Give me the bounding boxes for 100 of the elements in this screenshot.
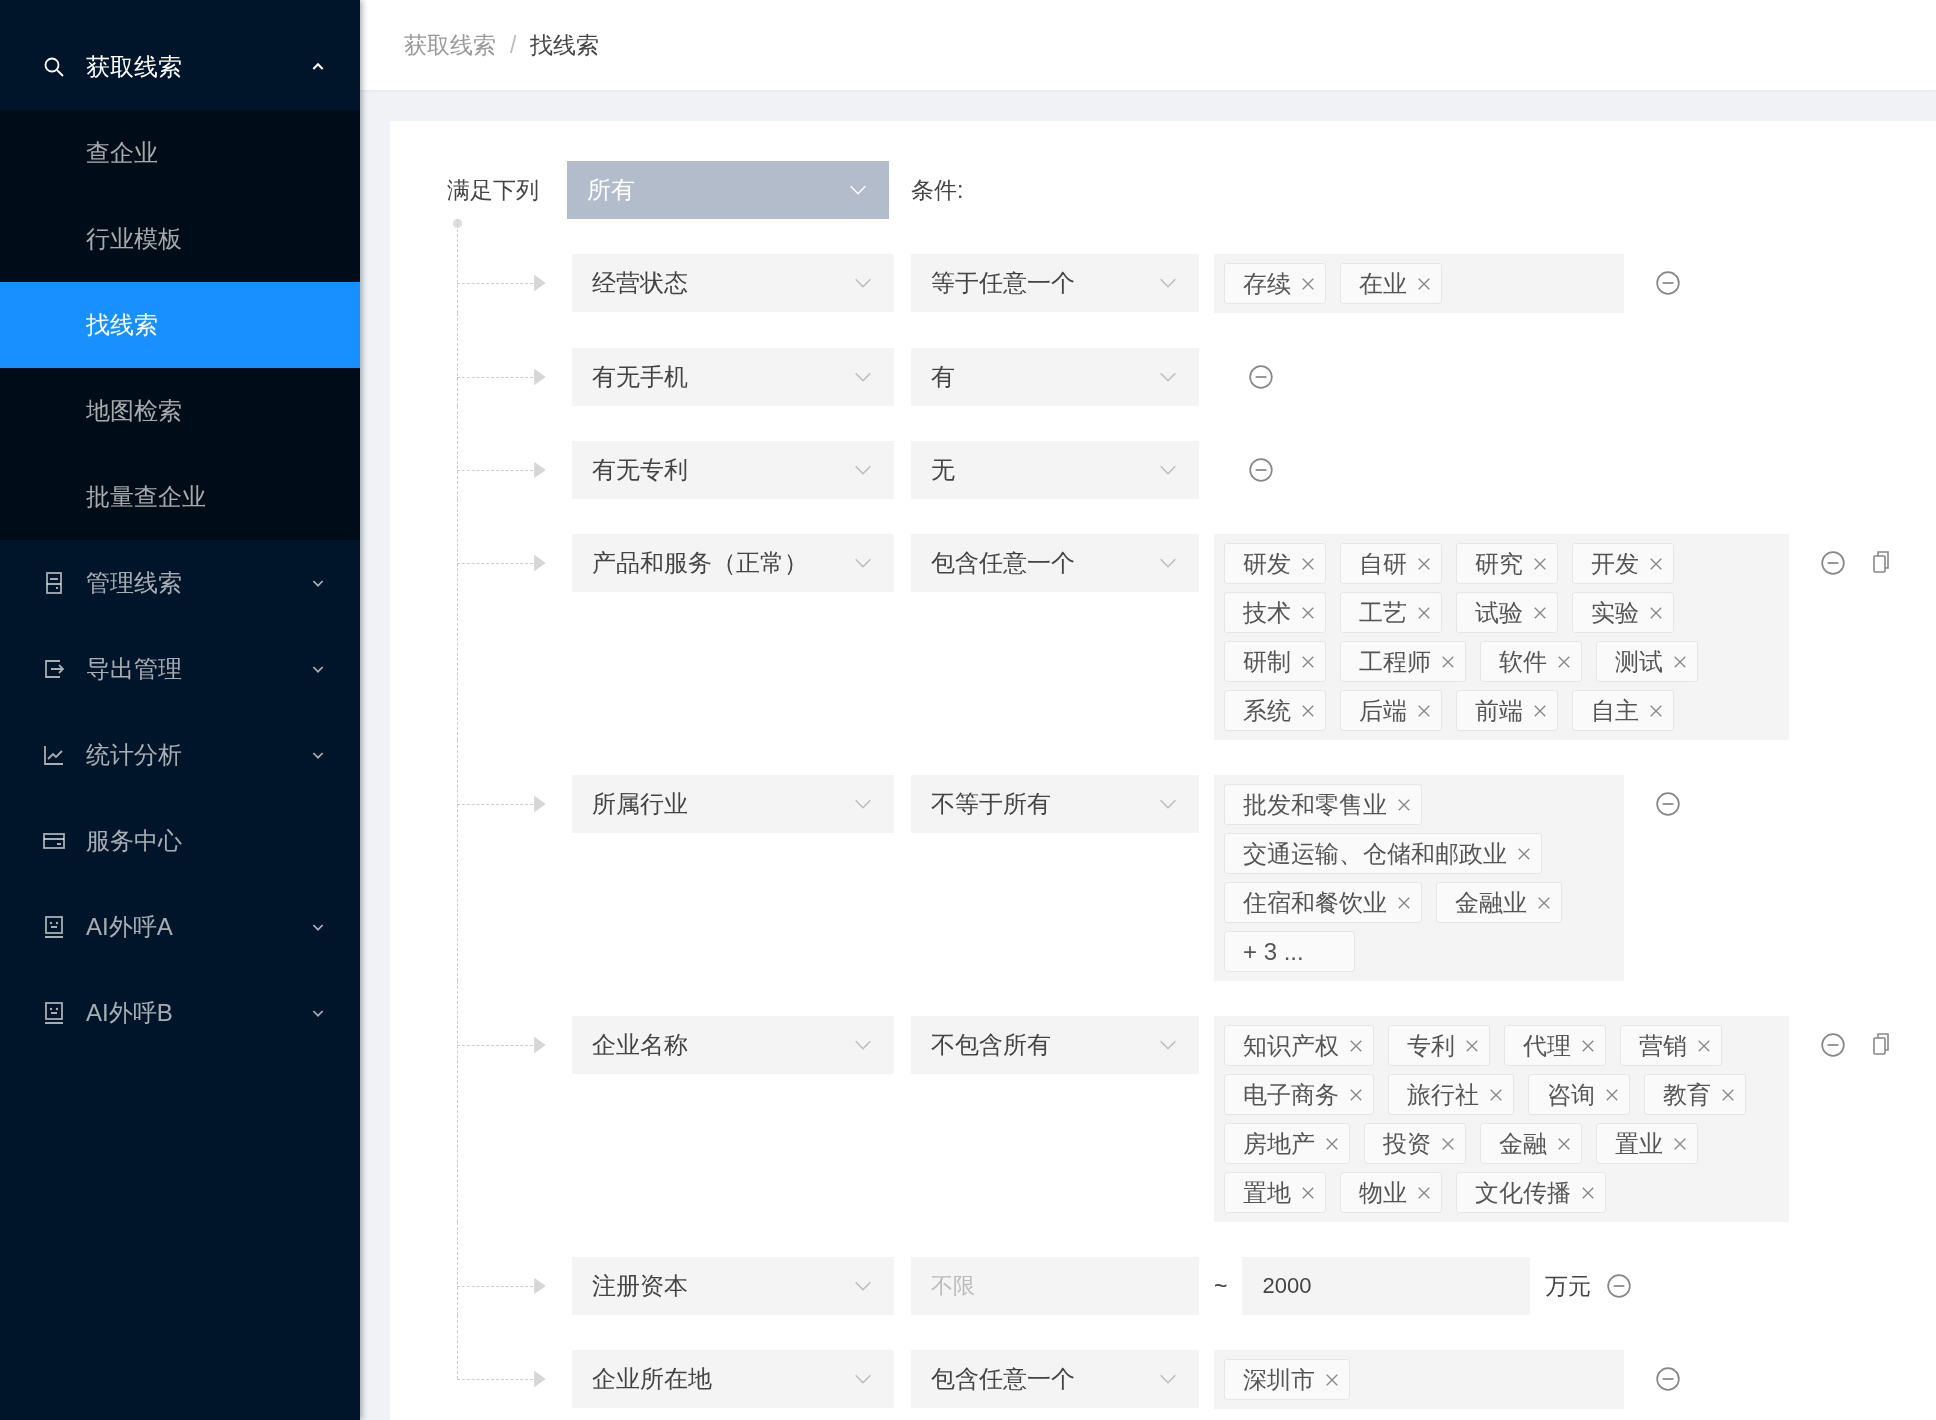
close-icon[interactable] <box>1537 895 1551 910</box>
tag[interactable]: 前端 <box>1456 690 1558 731</box>
field-select[interactable]: 所属行业 <box>572 775 894 833</box>
remove-icon[interactable] <box>1655 270 1681 296</box>
close-icon[interactable] <box>1417 556 1431 571</box>
tag[interactable]: 研制 <box>1224 641 1326 682</box>
operator-select[interactable]: 不等于所有 <box>911 775 1199 833</box>
breadcrumb-link[interactable]: 找线索 <box>530 29 600 61</box>
close-icon[interactable] <box>1557 654 1571 669</box>
close-icon[interactable] <box>1649 605 1663 620</box>
tag[interactable]: 工程师 <box>1340 641 1466 682</box>
close-icon[interactable] <box>1441 654 1455 669</box>
menu-item[interactable]: 统计分析 <box>86 739 310 771</box>
tag[interactable]: 试验 <box>1456 592 1558 633</box>
close-icon[interactable] <box>1533 605 1547 620</box>
close-icon[interactable] <box>1673 654 1687 669</box>
tag[interactable]: 自主 <box>1572 690 1674 731</box>
remove-icon[interactable] <box>1820 550 1846 576</box>
menu-item[interactable]: 管理线索 <box>86 567 310 599</box>
close-icon[interactable] <box>1349 1087 1363 1102</box>
submenu-item[interactable]: 批量查企业 <box>0 454 360 540</box>
operator-select[interactable]: 无 <box>911 441 1199 499</box>
tag[interactable]: 软件 <box>1480 641 1582 682</box>
close-icon[interactable] <box>1649 556 1663 571</box>
close-icon[interactable] <box>1465 1038 1479 1053</box>
tag[interactable]: 实验 <box>1572 592 1674 633</box>
close-icon[interactable] <box>1325 1372 1339 1387</box>
tag[interactable]: 营销 <box>1620 1025 1722 1066</box>
tag[interactable]: 咨询 <box>1528 1074 1630 1115</box>
remove-icon[interactable] <box>1248 364 1274 390</box>
operator-select[interactable]: 有 <box>911 348 1199 406</box>
close-icon[interactable] <box>1721 1087 1735 1102</box>
tag[interactable]: 研究 <box>1456 543 1558 584</box>
close-icon[interactable] <box>1301 654 1315 669</box>
close-icon[interactable] <box>1517 846 1531 861</box>
tag[interactable]: 开发 <box>1572 543 1674 584</box>
menu-item[interactable]: AI外呼B <box>86 997 310 1029</box>
close-icon[interactable] <box>1301 605 1315 620</box>
tag[interactable]: 工艺 <box>1340 592 1442 633</box>
tag[interactable]: 在业 <box>1340 263 1442 304</box>
close-icon[interactable] <box>1581 1185 1595 1200</box>
tag[interactable]: 教育 <box>1644 1074 1746 1115</box>
min-input[interactable]: 不限 <box>911 1257 1199 1315</box>
tag[interactable]: 专利 <box>1388 1025 1490 1066</box>
tag[interactable]: 研发 <box>1224 543 1326 584</box>
tag[interactable]: 自研 <box>1340 543 1442 584</box>
remove-icon[interactable] <box>1655 791 1681 817</box>
tag[interactable]: 批发和零售业 <box>1224 784 1422 825</box>
menu-item[interactable]: 服务中心 <box>86 825 360 857</box>
close-icon[interactable] <box>1489 1087 1503 1102</box>
close-icon[interactable] <box>1397 797 1411 812</box>
operator-select[interactable]: 包含任意一个 <box>911 1350 1199 1408</box>
tag[interactable]: 住宿和餐饮业 <box>1224 882 1422 923</box>
tag[interactable]: 投资 <box>1364 1123 1466 1164</box>
tag[interactable]: 深圳市 <box>1224 1359 1350 1400</box>
remove-icon[interactable] <box>1248 457 1274 483</box>
menu-item[interactable]: AI外呼A <box>86 911 310 943</box>
field-select[interactable]: 有无专利 <box>572 441 894 499</box>
tag-input[interactable]: 存续 在业 <box>1214 254 1624 313</box>
operator-select[interactable]: 包含任意一个 <box>911 534 1199 592</box>
tag-input[interactable]: 批发和零售业 交通运输、仓储和邮政业 住宿和餐饮业 金融业 + 3 ... <box>1214 775 1624 981</box>
tag[interactable]: 物业 <box>1340 1172 1442 1213</box>
tag[interactable]: 房地产 <box>1224 1123 1350 1164</box>
close-icon[interactable] <box>1349 1038 1363 1053</box>
close-icon[interactable] <box>1417 703 1431 718</box>
close-icon[interactable] <box>1605 1087 1619 1102</box>
close-icon[interactable] <box>1649 703 1663 718</box>
field-select[interactable]: 经营状态 <box>572 254 894 312</box>
close-icon[interactable] <box>1417 605 1431 620</box>
tag[interactable]: 旅行社 <box>1388 1074 1514 1115</box>
close-icon[interactable] <box>1697 1038 1711 1053</box>
tag[interactable]: 金融 <box>1480 1123 1582 1164</box>
field-select[interactable]: 产品和服务（正常） <box>572 534 894 592</box>
tag[interactable]: 文化传播 <box>1456 1172 1606 1213</box>
close-icon[interactable] <box>1301 703 1315 718</box>
submenu-item[interactable]: 行业模板 <box>0 196 360 282</box>
tag[interactable]: 金融业 <box>1436 882 1562 923</box>
tag[interactable]: 置地 <box>1224 1172 1326 1213</box>
close-icon[interactable] <box>1441 1136 1455 1151</box>
field-select[interactable]: 注册资本 <box>572 1257 894 1315</box>
tag[interactable]: 交通运输、仓储和邮政业 <box>1224 833 1542 874</box>
close-icon[interactable] <box>1397 895 1411 910</box>
close-icon[interactable] <box>1417 276 1431 291</box>
more-tag[interactable]: + 3 ... <box>1224 931 1355 972</box>
close-icon[interactable] <box>1557 1136 1571 1151</box>
tag-input[interactable]: 知识产权 专利 代理 营销 电子商务 旅行社 咨询 教育 房地产 投资 金融 置业 置地 物业 文化传播 <box>1214 1016 1789 1222</box>
tag[interactable]: 知识产权 <box>1224 1025 1374 1066</box>
field-select[interactable]: 有无手机 <box>572 348 894 406</box>
remove-icon[interactable] <box>1820 1032 1846 1058</box>
tag[interactable]: 置业 <box>1596 1123 1698 1164</box>
close-icon[interactable] <box>1301 1185 1315 1200</box>
close-icon[interactable] <box>1533 556 1547 571</box>
operator-select[interactable]: 不包含所有 <box>911 1016 1199 1074</box>
tag[interactable]: 测试 <box>1596 641 1698 682</box>
tag[interactable]: 系统 <box>1224 690 1326 731</box>
tag[interactable]: 电子商务 <box>1224 1074 1374 1115</box>
close-icon[interactable] <box>1533 703 1547 718</box>
close-icon[interactable] <box>1301 556 1315 571</box>
tag[interactable]: 存续 <box>1224 263 1326 304</box>
close-icon[interactable] <box>1301 276 1315 291</box>
